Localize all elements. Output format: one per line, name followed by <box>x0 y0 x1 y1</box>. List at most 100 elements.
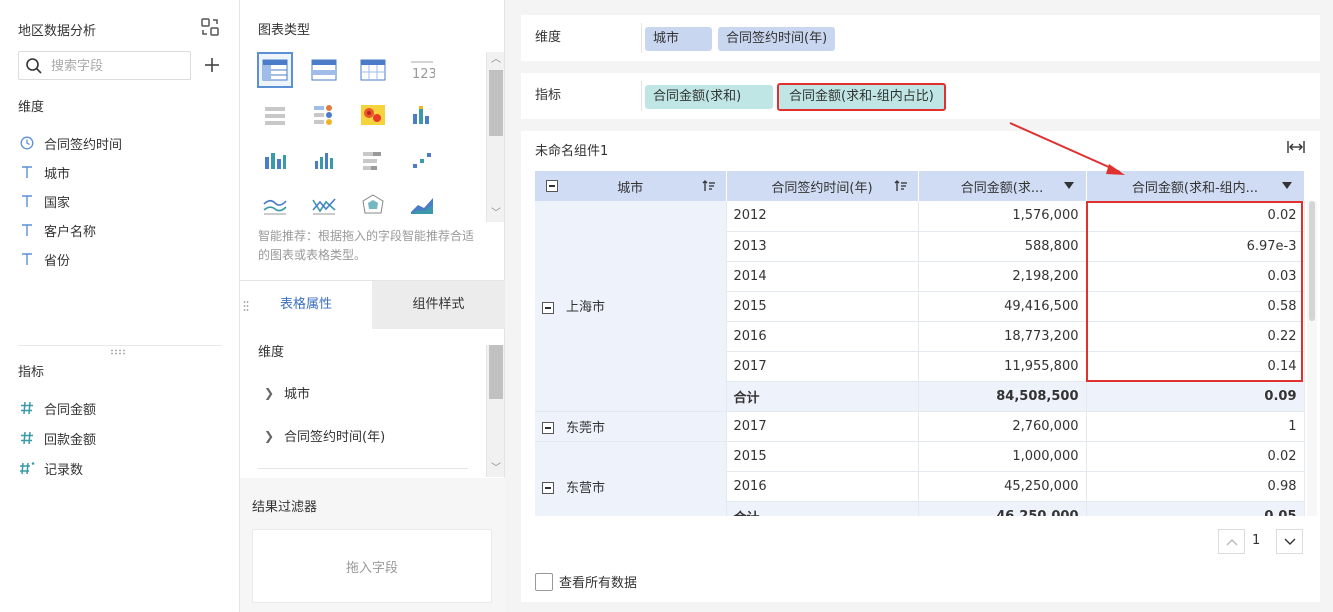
dropdown-caret-icon[interactable] <box>1281 182 1292 189</box>
dim-pill-city[interactable]: 城市 <box>645 27 712 51</box>
metric-pill-sum[interactable]: 合同金额(求和) <box>645 85 773 109</box>
sort-icon[interactable] <box>702 179 716 193</box>
bar-chart-icon[interactable] <box>257 142 293 178</box>
radar-chart-icon[interactable] <box>355 187 391 223</box>
field-item[interactable]: 省份 <box>18 248 218 270</box>
year-cell: 2013 <box>726 231 919 262</box>
city-cell[interactable]: 上海市 <box>535 201 727 412</box>
field-label: 合同签约时间 <box>44 137 123 153</box>
smart-recommend-hint: 智能推荐：根据拖入的字段智能推荐合适的图表或表格类型。 <box>258 229 475 262</box>
header-amount-sum[interactable]: 合同金额(求... <box>918 171 1087 201</box>
polyline-chart-icon[interactable] <box>306 187 342 223</box>
field-item[interactable]: 合同金额 <box>18 397 218 419</box>
view-all-data[interactable]: 查看所有数据 <box>535 572 637 591</box>
metric-pill-group-ratio[interactable]: 合同金额(求和-组内占比) <box>777 83 946 111</box>
search-input[interactable] <box>51 56 186 76</box>
grouped-table-icon[interactable] <box>257 52 293 88</box>
prop-row-sign-year[interactable]: ❯ 合同签约时间(年) <box>264 426 385 446</box>
text-type-icon <box>18 252 36 266</box>
field-item[interactable]: 合同签约时间 <box>18 132 218 154</box>
field-item[interactable]: 城市 <box>18 161 218 183</box>
next-page-button[interactable] <box>1276 529 1303 554</box>
chart-type-title: 图表类型 <box>258 23 311 38</box>
tab-component-style[interactable]: 组件样式 <box>372 281 505 329</box>
detail-table-icon[interactable] <box>306 52 342 88</box>
tab-table-properties[interactable]: 表格属性 <box>240 281 372 329</box>
record-count-icon <box>18 461 36 475</box>
stacked-bar-icon[interactable] <box>355 142 391 178</box>
column-chart-icon[interactable] <box>306 142 342 178</box>
filter-drop-zone[interactable]: 拖入字段 <box>252 529 492 603</box>
table-row: 上海市 2012 1,576,000 0.02 <box>535 201 1305 412</box>
cross-table-icon[interactable] <box>355 52 391 88</box>
metric-shelf-label: 指标 <box>535 88 562 103</box>
config-panel: 图表类型 123 ︿ ﹀ 智能推荐：根据拖入的字段智能推荐合适的图表或表格类型。… <box>240 0 505 612</box>
city-cell[interactable]: 东营市 <box>535 441 727 516</box>
subtotal-value: 0.09 <box>1086 381 1305 412</box>
field-item[interactable]: 回款金额 <box>18 427 218 449</box>
collapse-group-icon[interactable] <box>542 301 554 314</box>
ratio-cell: 0.02 <box>1086 441 1305 472</box>
heatmap-icon[interactable] <box>355 97 391 133</box>
area-chart-icon[interactable] <box>404 187 440 223</box>
expand-width-icon[interactable] <box>1286 140 1306 154</box>
scroll-down-icon[interactable]: ﹀ <box>487 206 505 222</box>
field-label: 客户名称 <box>44 224 97 240</box>
field-item[interactable]: 国家 <box>18 190 218 212</box>
dataset-title: 地区数据分析 <box>18 24 97 39</box>
page-number: 1 <box>1252 533 1261 548</box>
header-city[interactable]: 城市 <box>535 171 727 201</box>
drag-grip-icon[interactable] <box>243 300 249 312</box>
property-tabs: 表格属性 组件样式 <box>240 280 505 329</box>
collapse-group-icon[interactable] <box>542 482 554 494</box>
field-label: 合同金额 <box>44 402 97 418</box>
field-label: 省份 <box>44 253 71 269</box>
add-field-icon[interactable] <box>202 55 222 75</box>
subtotal-label: 合计 <box>726 381 919 412</box>
switch-dataset-icon[interactable] <box>200 17 220 37</box>
field-item[interactable]: 客户名称 <box>18 219 218 241</box>
chevron-right-icon: ❯ <box>264 428 275 443</box>
collapse-group-icon[interactable] <box>542 422 554 434</box>
header-sign-year[interactable]: 合同签约时间(年) <box>726 171 919 201</box>
scroll-up-icon[interactable]: ︿ <box>487 52 505 68</box>
city-cell[interactable]: 东莞市 <box>535 411 727 442</box>
scatter-chart-icon[interactable] <box>404 142 440 178</box>
amount-cell: 588,800 <box>918 231 1087 262</box>
ratio-cell: 0.58 <box>1086 291 1305 322</box>
ratio-cell: 0.03 <box>1086 261 1305 292</box>
prop-row-city[interactable]: ❯ 城市 <box>264 383 310 403</box>
collapse-all-icon[interactable] <box>546 180 558 192</box>
table-properties-panel: 维度 ❯ 城市 ❯ 合同签约时间(年) <box>240 328 505 478</box>
resize-grip-icon[interactable] <box>110 349 128 355</box>
list-table-icon[interactable] <box>257 97 293 133</box>
prev-page-button[interactable] <box>1218 529 1245 554</box>
sort-icon[interactable] <box>894 179 908 193</box>
text-type-icon <box>18 223 36 237</box>
header-amount-ratio[interactable]: 合同金额(求和-组内... <box>1086 171 1305 201</box>
dot-list-icon[interactable] <box>306 97 342 133</box>
subtotal-value: 0.05 <box>1086 501 1305 516</box>
dropdown-caret-icon[interactable] <box>1063 182 1074 189</box>
number-type-icon <box>18 431 36 445</box>
field-search[interactable] <box>18 51 191 80</box>
ratio-cell: 0.98 <box>1086 471 1305 502</box>
kpi-number-icon[interactable]: 123 <box>404 52 440 88</box>
scatter-bar-icon[interactable] <box>404 97 440 133</box>
field-label: 城市 <box>44 166 71 182</box>
year-cell: 2015 <box>726 441 919 472</box>
year-cell: 2012 <box>726 201 919 232</box>
view-all-checkbox[interactable] <box>535 572 553 591</box>
field-item[interactable]: 记录数 <box>18 457 218 479</box>
ratio-cell: 1 <box>1086 411 1305 442</box>
dim-pill-sign-year[interactable]: 合同签约时间(年) <box>718 27 836 51</box>
property-scrollbar[interactable]: ︿ ﹀ <box>486 345 504 477</box>
line-chart-icon[interactable] <box>257 187 293 223</box>
dimension-shelf[interactable]: 维度 城市 合同签约时间(年) <box>521 15 1320 61</box>
metric-section-label: 指标 <box>18 365 45 380</box>
subtotal-value: 46,250,000 <box>918 501 1087 516</box>
metric-shelf[interactable]: 指标 合同金额(求和) 合同金额(求和-组内占比) <box>521 73 1320 119</box>
chart-type-scrollbar[interactable]: ︿ ﹀ <box>486 52 504 222</box>
scroll-down-icon[interactable]: ﹀ <box>487 461 505 477</box>
table-scrollbar[interactable] <box>1307 201 1317 516</box>
